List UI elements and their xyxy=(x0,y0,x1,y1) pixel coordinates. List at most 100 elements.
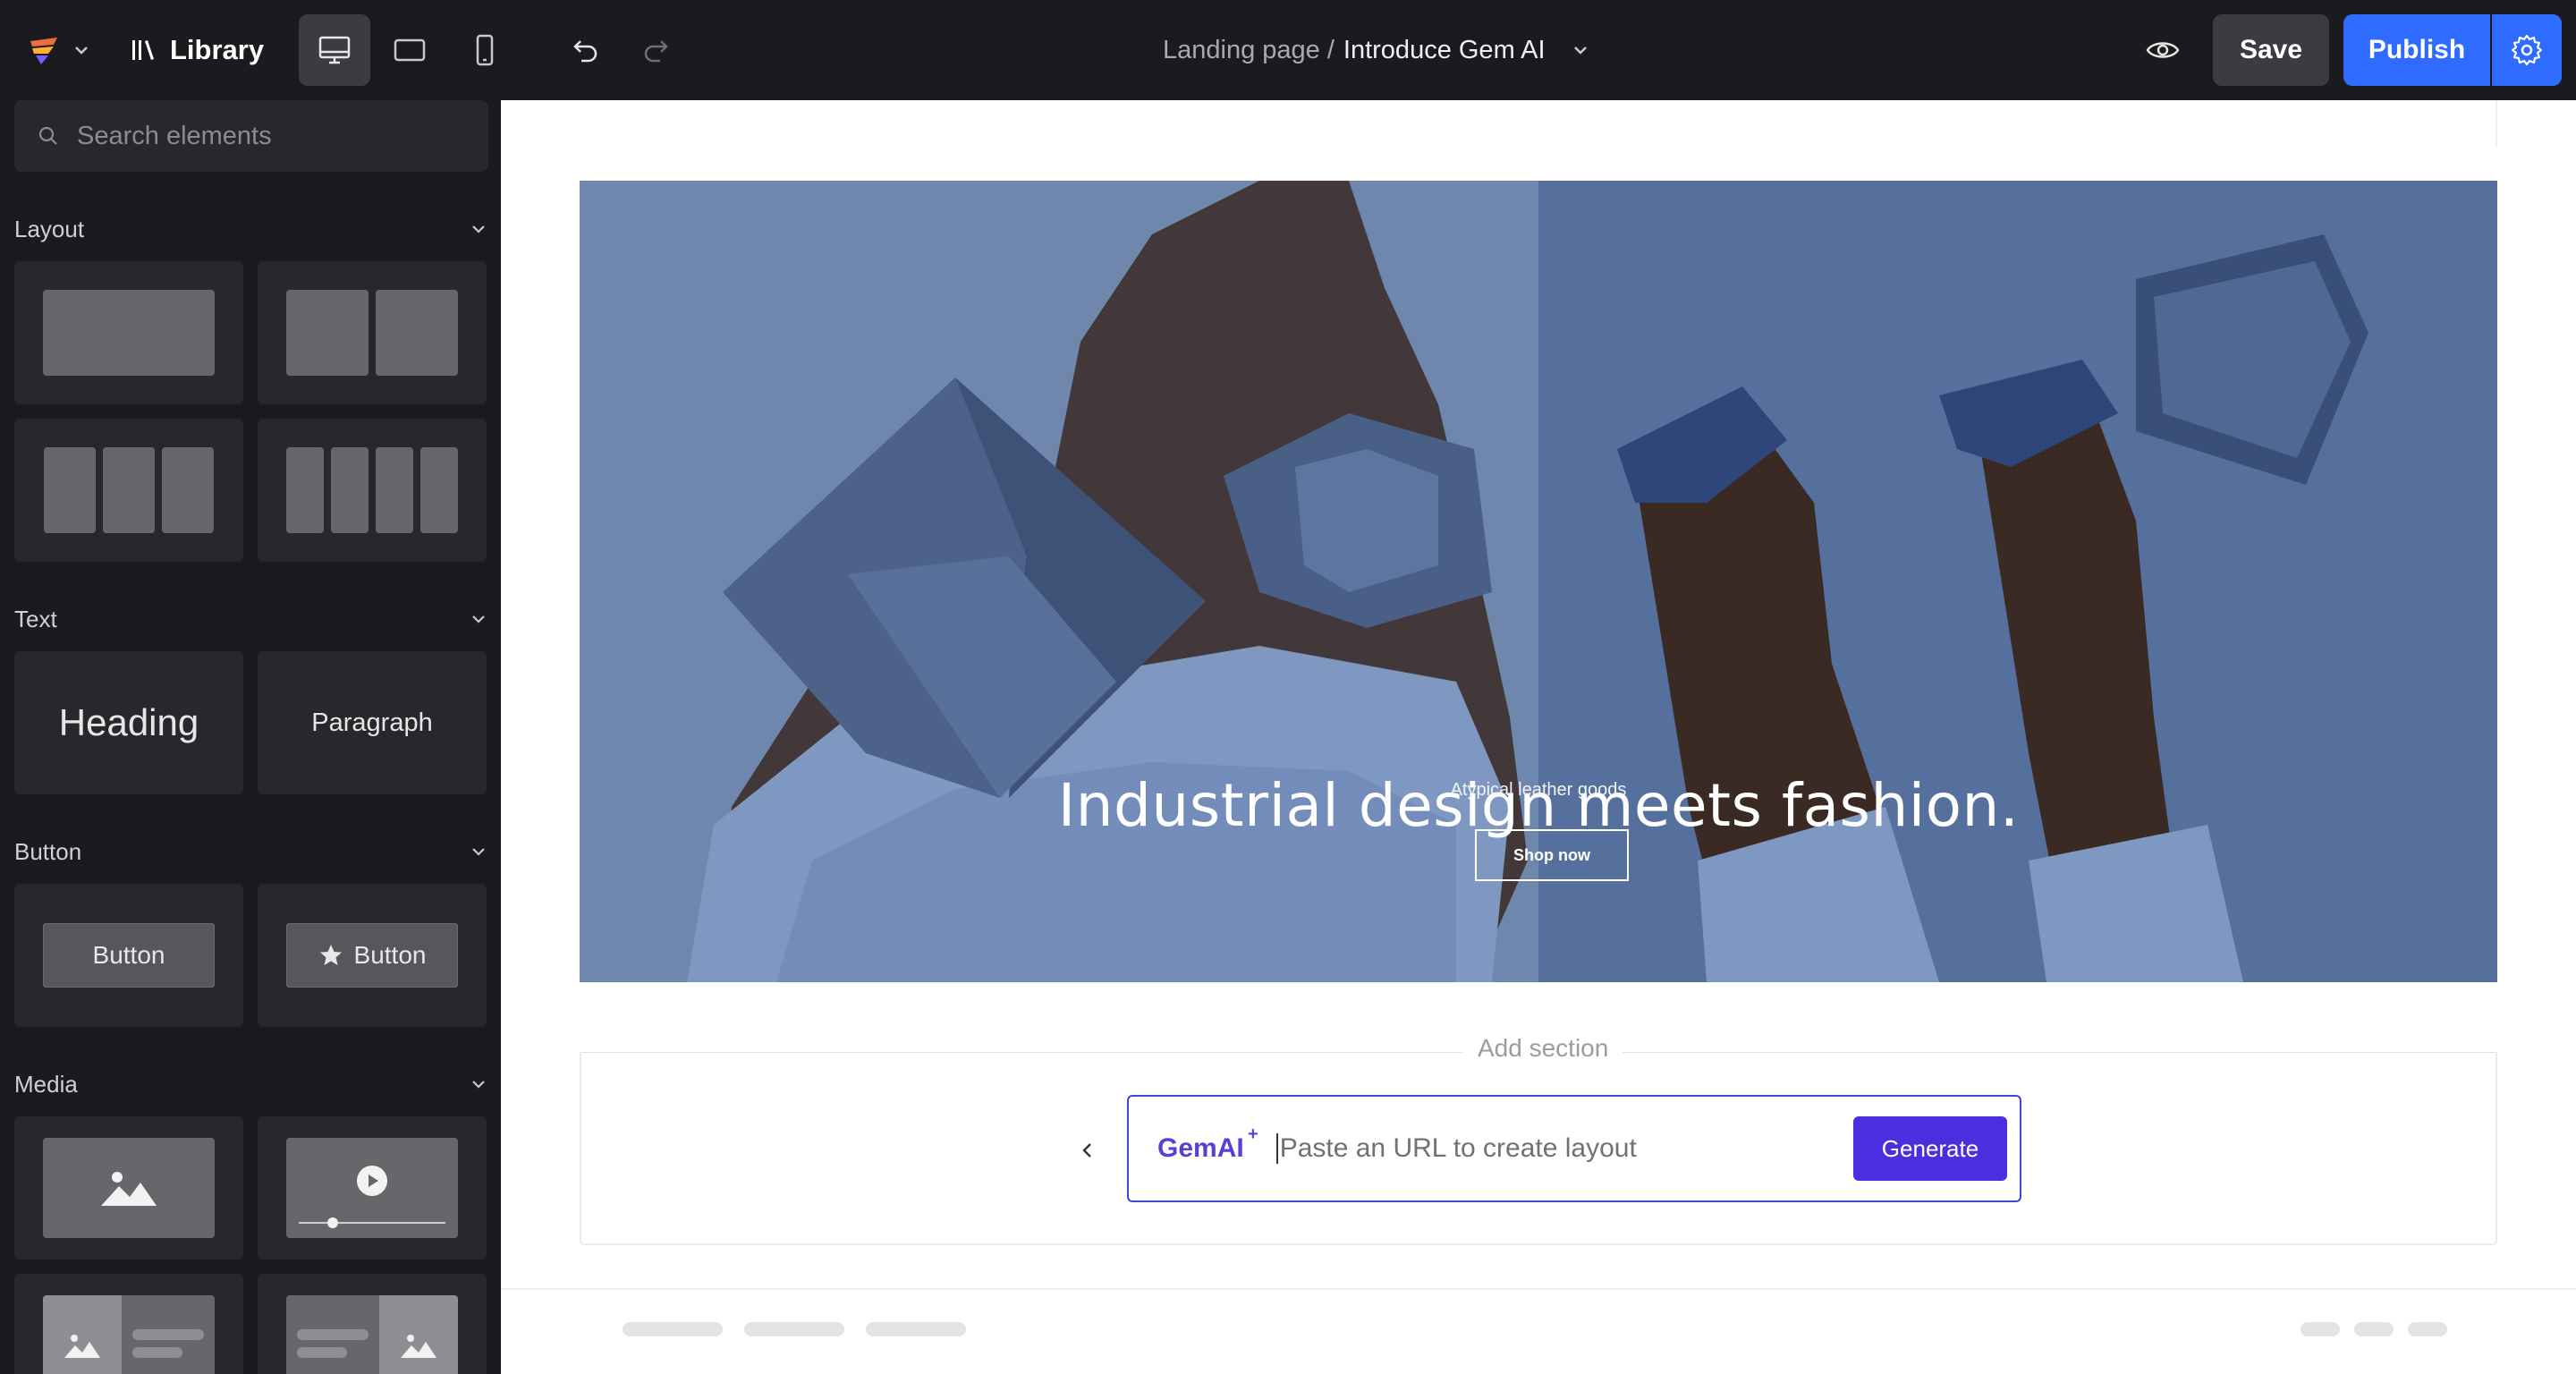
image-block xyxy=(43,1295,122,1374)
chevron-down-icon xyxy=(472,225,485,233)
footer-placeholder xyxy=(744,1322,844,1336)
image-icon xyxy=(101,1172,157,1206)
section-header-button[interactable]: Button xyxy=(14,832,488,871)
button-preview: Button xyxy=(43,923,215,988)
add-section-label[interactable]: Add section xyxy=(1463,1034,1623,1063)
section-label: Text xyxy=(14,605,57,632)
layout-3-columns-tile[interactable] xyxy=(14,419,243,562)
library-button[interactable]: Library xyxy=(129,23,264,77)
image-preview xyxy=(43,1138,215,1238)
top-bar: Library Landing page / Introduce Gem AI … xyxy=(0,0,2576,100)
chevron-down-icon xyxy=(472,848,485,856)
publish-button[interactable]: Publish xyxy=(2343,14,2490,86)
save-button[interactable]: Save xyxy=(2213,14,2329,86)
video-tile[interactable] xyxy=(258,1116,487,1260)
eye-icon xyxy=(2146,42,2180,58)
heading-tile-label: Heading xyxy=(58,701,199,743)
publish-settings-button[interactable] xyxy=(2492,14,2562,86)
image-text-tile[interactable] xyxy=(14,1274,243,1374)
editor-canvas[interactable]: Industrial design meets fashion. Atypica… xyxy=(501,100,2576,1374)
hero-section[interactable]: Industrial design meets fashion. Atypica… xyxy=(580,181,2497,982)
footer-placeholder xyxy=(866,1322,966,1336)
progress-bar-icon xyxy=(299,1217,445,1228)
shop-now-button[interactable]: Shop now xyxy=(1475,829,1629,881)
chevron-down-icon xyxy=(472,1081,485,1089)
layout-block xyxy=(286,447,324,533)
image-tile[interactable] xyxy=(14,1116,243,1260)
gemai-label-text: GemAI xyxy=(1157,1133,1244,1163)
gemai-url-field[interactable]: GemAI+ Generate xyxy=(1127,1095,2021,1202)
heading-tile[interactable]: Heading xyxy=(14,651,243,794)
layout-block xyxy=(44,447,96,533)
desktop-view-button[interactable] xyxy=(299,14,370,86)
search-icon xyxy=(38,126,57,145)
layout-block xyxy=(286,290,369,376)
icon-button-tile[interactable]: Button xyxy=(258,884,487,1027)
text-image-preview xyxy=(286,1295,458,1374)
section-header-text[interactable]: Text xyxy=(14,599,488,639)
app-logo-menu[interactable] xyxy=(27,27,91,73)
gemai-url-input[interactable] xyxy=(1275,1133,1849,1164)
image-text-preview xyxy=(43,1295,215,1374)
play-icon xyxy=(357,1166,387,1196)
layout-1-column-tile[interactable] xyxy=(14,261,243,404)
layout-block xyxy=(103,447,155,533)
search-box[interactable] xyxy=(14,100,488,172)
redo-icon xyxy=(644,40,668,63)
gear-icon xyxy=(2511,34,2543,66)
paragraph-tile-label: Paragraph xyxy=(311,708,433,737)
elements-sidebar: Layout Text Heading Paragraph Button But… xyxy=(0,100,501,1374)
canvas-guide xyxy=(2496,100,2497,147)
section-label: Media xyxy=(14,1070,78,1098)
page-selector[interactable]: Landing page / Introduce Gem AI xyxy=(1163,29,1592,72)
button-tile[interactable]: Button xyxy=(14,884,243,1027)
image-icon xyxy=(401,1335,436,1358)
tablet-view-button[interactable] xyxy=(374,14,445,86)
layout-block xyxy=(420,447,458,533)
section-header-layout[interactable]: Layout xyxy=(14,209,488,249)
desktop-icon xyxy=(318,36,351,64)
text-image-tile[interactable] xyxy=(258,1274,487,1374)
page-breadcrumb-prefix: Landing page / xyxy=(1163,35,1335,64)
section-label: Layout xyxy=(14,215,85,242)
library-icon xyxy=(132,40,154,60)
footer-placeholder xyxy=(2354,1322,2394,1336)
button-tile-label: Button xyxy=(92,941,165,969)
layout-2-columns-tile[interactable] xyxy=(258,261,487,404)
layout-block xyxy=(162,447,214,533)
footer-divider xyxy=(501,1288,2576,1290)
search-input[interactable] xyxy=(77,121,470,151)
icon-button-preview: Button xyxy=(286,923,458,988)
icon-button-tile-label: Button xyxy=(353,941,427,969)
app-logo-icon xyxy=(30,38,57,64)
page-name: Introduce Gem AI xyxy=(1343,35,1546,64)
undo-icon xyxy=(573,40,597,63)
layout-block xyxy=(331,447,369,533)
undo-button[interactable] xyxy=(558,23,612,77)
hero-subtitle[interactable]: Atypical leather goods xyxy=(580,780,2497,801)
back-button[interactable] xyxy=(1072,1134,1104,1166)
mobile-view-button[interactable] xyxy=(449,14,521,86)
tablet-icon xyxy=(394,38,426,62)
library-label: Library xyxy=(170,34,265,65)
preview-button[interactable] xyxy=(2136,23,2190,77)
image-icon xyxy=(64,1335,100,1358)
image-block xyxy=(379,1295,458,1374)
layout-4-columns-tile[interactable] xyxy=(258,419,487,562)
device-switcher xyxy=(299,14,521,86)
redo-button[interactable] xyxy=(630,23,683,77)
section-label: Button xyxy=(14,837,82,865)
footer-placeholder xyxy=(2301,1322,2340,1336)
chevron-down-icon xyxy=(472,615,485,623)
layout-block xyxy=(43,290,215,376)
chevron-down-icon xyxy=(75,47,88,55)
video-preview xyxy=(286,1138,458,1238)
text-lines xyxy=(122,1295,215,1374)
footer-placeholder xyxy=(2408,1322,2447,1336)
chevron-down-icon xyxy=(1573,47,1587,55)
generate-button[interactable]: Generate xyxy=(1853,1116,2007,1181)
sparkle-icon: + xyxy=(1248,1124,1258,1144)
paragraph-tile[interactable]: Paragraph xyxy=(258,651,487,794)
section-header-media[interactable]: Media xyxy=(14,1064,488,1104)
mobile-icon xyxy=(476,34,494,66)
